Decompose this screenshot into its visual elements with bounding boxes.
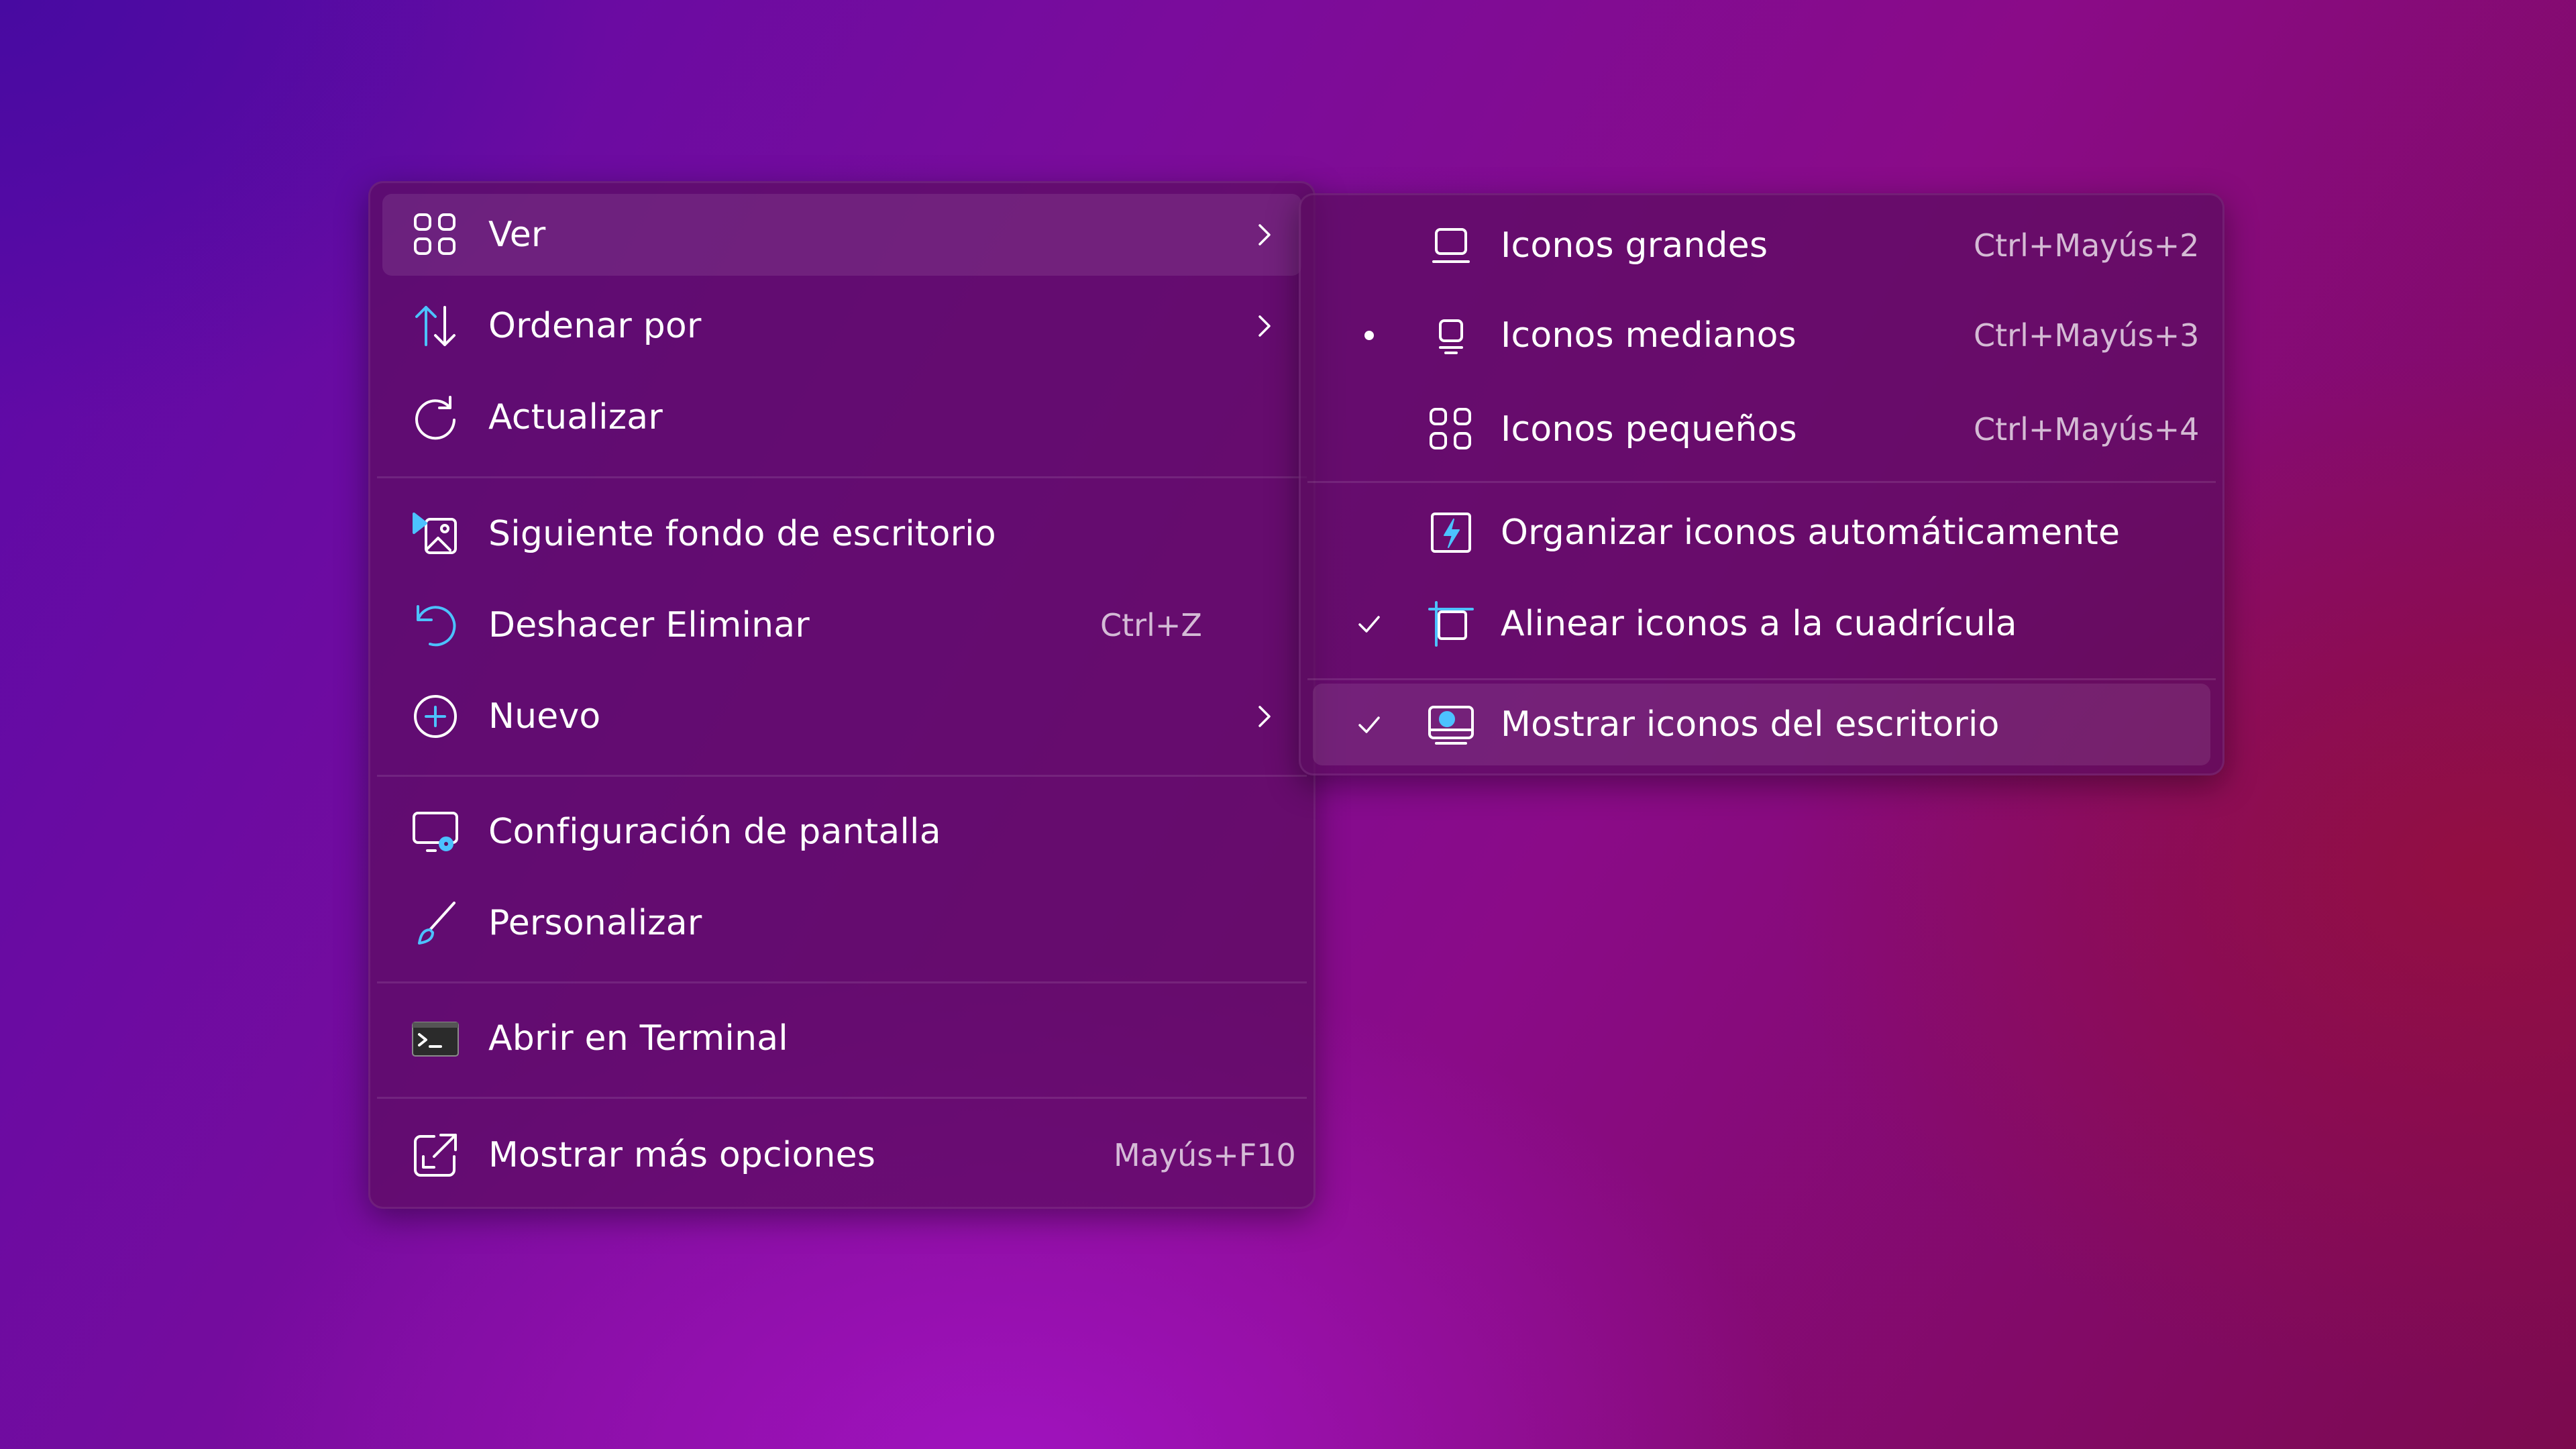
terminal-icon <box>411 1014 460 1063</box>
menu-separator <box>377 981 1307 983</box>
keyboard-shortcut: Ctrl+Z <box>1100 607 1202 643</box>
menu-item-display-settings[interactable]: Configuración de pantalla <box>382 791 1301 873</box>
menu-item-label: Abrir en Terminal <box>488 1018 788 1059</box>
add-circle-icon <box>411 692 460 741</box>
sort-arrows-icon <box>411 302 460 350</box>
submenu-item-label: Mostrar iconos del escritorio <box>1501 704 2000 745</box>
desktop-context-menu: Ver Ordenar por Actualizar Siguiente fon… <box>368 181 1316 1209</box>
menu-item-sort-by[interactable]: Ordenar por <box>382 285 1301 367</box>
grid-view-icon <box>411 211 460 259</box>
submenu-item-large-icons[interactable]: Iconos grandes Ctrl+Mayús+2 <box>1313 205 2210 286</box>
submenu-item-label: Iconos grandes <box>1501 225 1768 266</box>
menu-item-open-terminal[interactable]: Abrir en Terminal <box>382 998 1301 1079</box>
open-external-icon <box>411 1131 460 1179</box>
undo-icon <box>411 601 460 649</box>
menu-item-show-more-options[interactable]: Mostrar más opciones Mayús+F10 <box>382 1114 1301 1196</box>
brush-icon <box>411 899 460 947</box>
menu-item-label: Nuevo <box>488 696 601 737</box>
menu-item-view[interactable]: Ver <box>382 194 1301 276</box>
keyboard-shortcut: Ctrl+Mayús+4 <box>1974 411 2200 447</box>
menu-item-label: Configuración de pantalla <box>488 812 941 852</box>
menu-separator <box>1307 481 2216 483</box>
next-wallpaper-icon <box>411 510 460 558</box>
keyboard-shortcut: Ctrl+Mayús+2 <box>1974 227 2200 264</box>
refresh-icon <box>411 393 460 441</box>
submenu-item-medium-icons[interactable]: Iconos medianos Ctrl+Mayús+3 <box>1313 294 2210 376</box>
large-icons-icon <box>1427 221 1475 270</box>
view-submenu: Iconos grandes Ctrl+Mayús+2 Iconos media… <box>1299 193 2224 775</box>
display-settings-icon <box>411 808 460 856</box>
menu-item-next-background[interactable]: Siguiente fondo de escritorio <box>382 493 1301 575</box>
submenu-item-small-icons[interactable]: Iconos pequeños Ctrl+Mayús+4 <box>1313 388 2210 470</box>
menu-item-new[interactable]: Nuevo <box>382 676 1301 757</box>
submenu-item-label: Alinear iconos a la cuadrícula <box>1501 604 2017 644</box>
menu-item-label: Mostrar más opciones <box>488 1135 876 1175</box>
chevron-right-icon <box>1250 313 1277 339</box>
keyboard-shortcut: Mayús+F10 <box>1114 1137 1296 1173</box>
checkmark-icon <box>1354 710 1384 739</box>
menu-item-label: Ver <box>488 215 546 255</box>
menu-item-label: Ordenar por <box>488 306 702 346</box>
menu-separator <box>377 775 1307 777</box>
menu-separator <box>377 476 1307 478</box>
submenu-item-align-to-grid[interactable]: Alinear iconos a la cuadrícula <box>1313 583 2210 665</box>
submenu-item-auto-arrange[interactable]: Organizar iconos automáticamente <box>1313 492 2210 574</box>
keyboard-shortcut: Ctrl+Mayús+3 <box>1974 317 2200 354</box>
auto-arrange-icon <box>1427 508 1475 557</box>
submenu-item-show-desktop-icons[interactable]: Mostrar iconos del escritorio <box>1313 684 2210 765</box>
selected-bullet-icon <box>1354 321 1384 350</box>
menu-item-refresh[interactable]: Actualizar <box>382 376 1301 458</box>
chevron-right-icon <box>1250 703 1277 730</box>
submenu-item-label: Iconos medianos <box>1501 315 1796 356</box>
submenu-item-label: Iconos pequeños <box>1501 409 1797 449</box>
menu-item-label: Actualizar <box>488 397 663 437</box>
menu-item-undo-delete[interactable]: Deshacer Eliminar Ctrl+Z <box>382 584 1301 666</box>
menu-item-personalize[interactable]: Personalizar <box>382 882 1301 964</box>
menu-separator <box>377 1097 1307 1099</box>
menu-item-label: Siguiente fondo de escritorio <box>488 514 996 554</box>
menu-item-label: Deshacer Eliminar <box>488 605 810 645</box>
medium-icons-icon <box>1427 311 1475 360</box>
menu-item-label: Personalizar <box>488 903 702 943</box>
show-desktop-icons-icon <box>1427 700 1475 749</box>
checkmark-icon <box>1354 609 1384 639</box>
align-grid-icon <box>1427 600 1475 648</box>
menu-separator <box>1307 678 2216 680</box>
submenu-item-label: Organizar iconos automáticamente <box>1501 513 2121 553</box>
small-icons-icon <box>1427 405 1475 453</box>
chevron-right-icon <box>1250 221 1277 248</box>
